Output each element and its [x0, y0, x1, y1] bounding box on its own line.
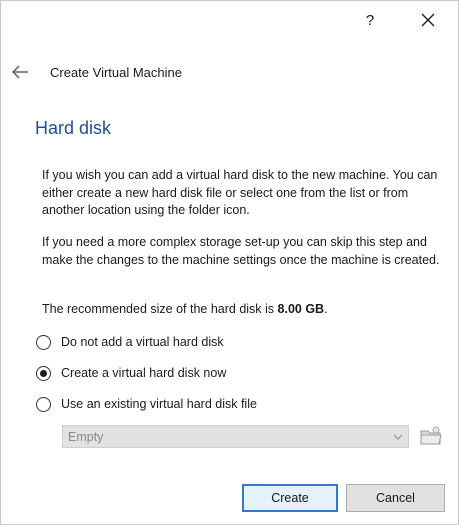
chevron-down-icon — [393, 434, 403, 440]
recommended-size-prefix: The recommended size of the hard disk is — [42, 302, 278, 316]
radio-existing-disk[interactable] — [36, 396, 51, 412]
wizard-title: Create Virtual Machine — [50, 65, 182, 80]
option-existing-disk-label: Use an existing virtual hard disk file — [61, 397, 257, 411]
description-paragraph-1: If you wish you can add a virtual hard d… — [42, 168, 438, 217]
existing-disk-select-value: Empty — [68, 430, 104, 444]
create-vm-dialog: ? Create Virtual Machine Hard disk If yo… — [0, 0, 459, 525]
create-button[interactable]: Create — [242, 484, 338, 512]
cancel-button[interactable]: Cancel — [346, 484, 445, 512]
wizard-header: Create Virtual Machine — [1, 57, 458, 87]
radio-create-disk[interactable] — [36, 365, 51, 381]
option-no-disk[interactable]: Do not add a virtual hard disk — [36, 332, 224, 352]
help-button[interactable]: ? — [348, 5, 392, 35]
option-existing-disk[interactable]: Use an existing virtual hard disk file — [36, 394, 257, 414]
option-create-disk-label: Create a virtual hard disk now — [61, 366, 227, 380]
recommended-size-suffix: . — [324, 302, 328, 316]
choose-disk-file-button[interactable] — [418, 423, 444, 449]
close-button[interactable] — [406, 5, 450, 35]
page-title: Hard disk — [35, 118, 112, 138]
recommended-size-text: The recommended size of the hard disk is… — [42, 302, 442, 316]
option-create-disk[interactable]: Create a virtual hard disk now — [36, 363, 226, 383]
option-no-disk-label: Do not add a virtual hard disk — [61, 335, 224, 349]
existing-disk-select[interactable]: Empty — [62, 425, 409, 448]
radio-no-disk[interactable] — [36, 334, 51, 350]
back-button[interactable] — [9, 61, 33, 83]
arrow-left-icon — [11, 65, 28, 79]
footer-divider — [1, 467, 458, 468]
title-bar: ? — [1, 1, 458, 41]
recommended-size-value: 8.00 GB — [277, 302, 325, 316]
description-paragraph-2: If you need a more complex storage set-u… — [42, 235, 440, 267]
folder-icon — [420, 426, 442, 445]
close-icon — [421, 13, 435, 27]
help-icon: ? — [365, 11, 375, 29]
